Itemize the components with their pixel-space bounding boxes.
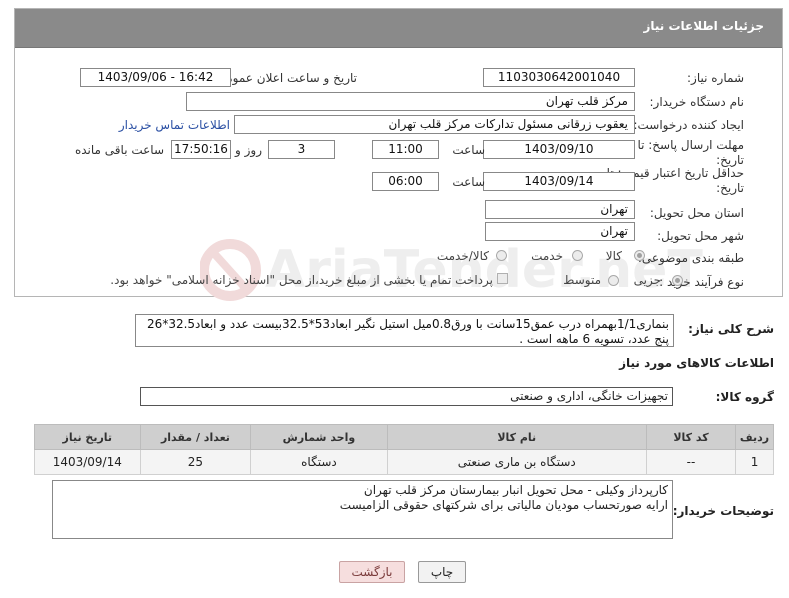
category-label: طبقه بندی موضوعی:	[637, 251, 744, 265]
category-radio-service[interactable]	[572, 250, 583, 261]
col-item-name: نام کالا	[386, 424, 647, 450]
deadline-label-line1: مهلت ارسال پاسخ: تا	[637, 138, 744, 152]
deadline-label-line2: تاریخ:	[716, 153, 744, 167]
need-number-field: 1103030642001040	[483, 68, 635, 87]
validity-date-field: 1403/09/14	[483, 172, 635, 191]
process-option-minor: جزیی	[633, 273, 661, 287]
cell-quantity: 25	[139, 449, 252, 475]
cell-item-code: --	[645, 449, 737, 475]
cell-item-name: دستگاه بن ماری صنعتی	[386, 449, 647, 475]
cell-unit: دستگاه	[250, 449, 388, 475]
buyer-org-label: نام دستگاه خریدار:	[649, 95, 745, 109]
col-need-date: تاریخ نیاز	[34, 424, 141, 450]
panel-title: جزئیات اطلاعات نیاز	[643, 19, 764, 33]
col-item-code: کد کالا	[645, 424, 737, 450]
process-radio-minor[interactable]	[672, 275, 683, 286]
announce-date-label: تاریخ و ساعت اعلان عمومی:	[212, 71, 357, 85]
process-option-medium: متوسط	[563, 273, 601, 287]
remaining-days-field: 3	[268, 140, 335, 159]
col-row-number: ردیف	[735, 424, 774, 450]
need-number-label: شماره نیاز:	[687, 71, 744, 85]
buyer-org-field: مرکز قلب تهران	[186, 92, 635, 111]
goods-group-label: گروه کالا:	[715, 390, 774, 404]
province-field: تهران	[485, 200, 635, 219]
cell-need-date: 1403/09/14	[34, 449, 141, 475]
treasury-payment-note: پرداخت تمام یا بخشی از مبلغ خرید،از محل …	[110, 273, 493, 287]
remaining-time-field: 17:50:16	[171, 140, 231, 159]
validity-label-line2: تاریخ:	[716, 181, 744, 195]
col-quantity: تعداد / مقدار	[139, 424, 252, 450]
goods-table-header: ردیف کد کالا نام کالا واحد شمارش تعداد /…	[34, 424, 774, 450]
validity-time-label: ساعت	[452, 175, 485, 189]
validity-time-field: 06:00	[372, 172, 439, 191]
requester-field: یعقوب زرقانی مسئول تدارکات مرکز قلب تهرا…	[234, 115, 635, 134]
remaining-label: ساعت باقی مانده	[74, 143, 164, 157]
category-radio-goods-service[interactable]	[496, 250, 507, 261]
deadline-date-field: 1403/09/10	[483, 140, 635, 159]
requester-label: ایجاد کننده درخواست:	[633, 118, 744, 132]
category-option-goods-service: کالا/خدمت	[436, 249, 489, 263]
category-option-service: خدمت	[531, 249, 563, 263]
table-row: 1 -- دستگاه بن ماری صنعتی دستگاه 25 1403…	[34, 449, 774, 475]
buyer-contact-link[interactable]: اطلاعات تماس خریدار	[119, 118, 230, 132]
city-field: تهران	[485, 222, 635, 241]
panel-header: جزئیات اطلاعات نیاز	[15, 9, 782, 48]
city-label: شهر محل تحویل:	[657, 229, 744, 243]
province-label: استان محل تحویل:	[649, 206, 744, 220]
back-button[interactable]: بازگشت	[339, 561, 405, 583]
buyer-notes-label: توضیحات خریدار:	[672, 504, 774, 518]
deadline-time-field: 11:00	[372, 140, 439, 159]
buyer-notes-line1: کارپرداز وکیلی - محل تحویل انبار بیمارست…	[363, 483, 668, 497]
cell-row-number: 1	[735, 449, 774, 475]
deadline-time-label: ساعت	[452, 143, 485, 157]
process-radio-medium[interactable]	[608, 275, 619, 286]
treasury-payment-checkbox[interactable]	[497, 273, 508, 284]
buyer-notes-line2: ارایه صورتحساب مودیان مالیاتی برای شرکته…	[339, 498, 668, 512]
category-radio-goods[interactable]	[634, 250, 645, 261]
announce-date-field: 1403/09/06 - 16:42	[80, 68, 231, 87]
description-label: شرح کلی نیاز:	[688, 322, 774, 336]
goods-group-field: تجهیزات خانگی، اداری و صنعتی	[140, 387, 673, 406]
print-button[interactable]: چاپ	[418, 561, 466, 583]
description-textarea[interactable]: بنماری1/1بهمراه درب عمق15سانت با ورق0.8م…	[135, 314, 674, 347]
buyer-notes-textarea[interactable]: کارپرداز وکیلی - محل تحویل انبار بیمارست…	[52, 480, 673, 539]
col-unit: واحد شمارش	[250, 424, 388, 450]
goods-table: ردیف کد کالا نام کالا واحد شمارش تعداد /…	[34, 424, 774, 475]
category-option-goods: کالا	[605, 249, 622, 263]
goods-info-title: اطلاعات کالاهای مورد نیاز	[619, 356, 774, 370]
days-label: روز و	[235, 143, 262, 157]
